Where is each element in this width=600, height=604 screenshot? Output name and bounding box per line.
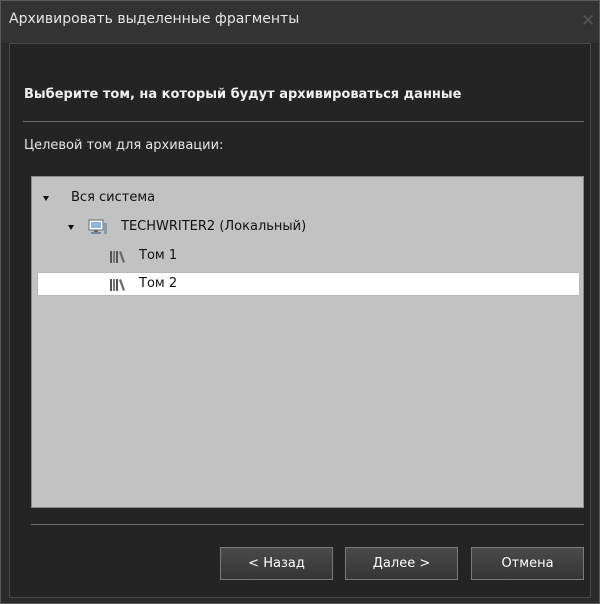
expand-arrow-icon[interactable] bbox=[43, 196, 49, 201]
close-icon[interactable]: ✕ bbox=[581, 10, 599, 32]
tree-node-volume-1[interactable]: Том 1 bbox=[38, 244, 338, 268]
volume-tree[interactable]: Вся система TECHWRITER2 (Локальный) Том … bbox=[31, 176, 584, 508]
footer-divider bbox=[31, 524, 584, 525]
computer-icon bbox=[88, 219, 108, 235]
back-button[interactable]: < Назад bbox=[220, 547, 333, 580]
expand-arrow-icon[interactable] bbox=[68, 225, 74, 230]
volume-icon bbox=[109, 249, 127, 263]
tree-node-all-system[interactable]: Вся система bbox=[38, 186, 338, 210]
page-heading: Выберите том, на который будут архивиров… bbox=[24, 87, 462, 102]
cancel-button[interactable]: Отмена bbox=[471, 547, 584, 580]
dialog-title: Архивировать выделенные фрагменты bbox=[9, 11, 300, 27]
title-bar[interactable]: Архивировать выделенные фрагменты ✕ bbox=[1, 1, 599, 43]
tree-node-label: TECHWRITER2 (Локальный) bbox=[121, 219, 307, 234]
tree-node-computer[interactable]: TECHWRITER2 (Локальный) bbox=[38, 215, 398, 239]
volume-icon bbox=[109, 277, 127, 291]
tree-node-label: Том 1 bbox=[139, 248, 178, 263]
target-volume-label: Целевой том для архивации: bbox=[24, 138, 224, 153]
tree-node-label: Том 2 bbox=[139, 276, 178, 291]
next-button[interactable]: Далее > bbox=[345, 547, 458, 580]
header-divider bbox=[23, 121, 584, 122]
tree-node-label: Вся система bbox=[71, 190, 156, 205]
archive-dialog: Архивировать выделенные фрагменты ✕ Выбе… bbox=[0, 0, 600, 604]
tree-node-volume-2[interactable]: Том 2 bbox=[37, 272, 580, 296]
